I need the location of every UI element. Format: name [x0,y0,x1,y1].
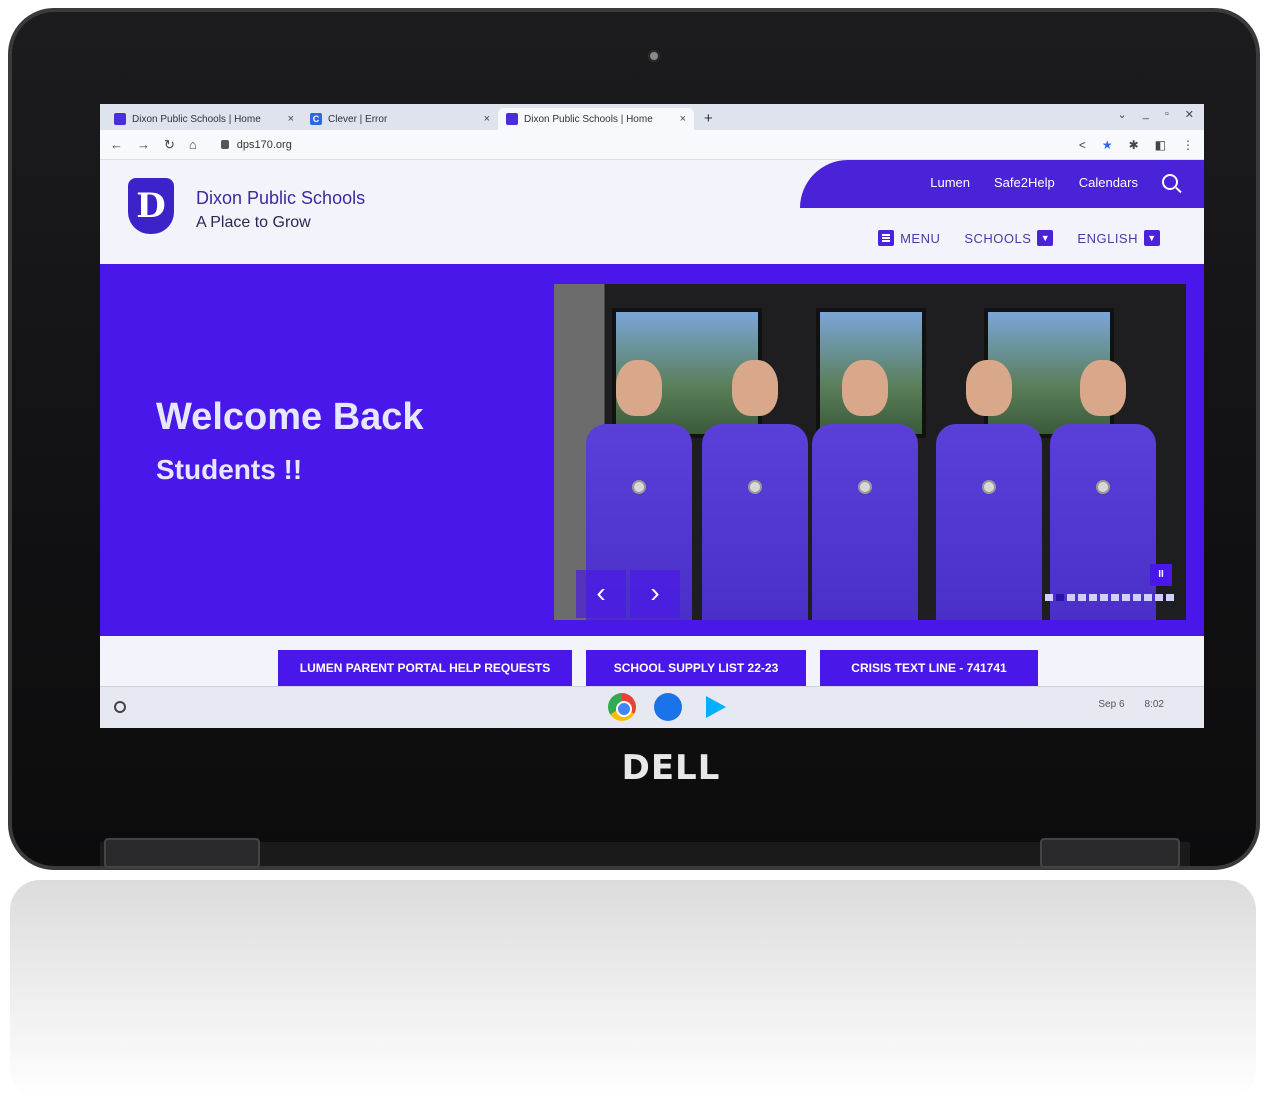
student-figure [806,360,924,620]
webcam [648,50,660,62]
chevron-down-icon: ▼ [1144,230,1160,246]
student-figure [696,360,814,620]
tab-title: Clever | Error [328,113,388,125]
share-icon[interactable]: < [1079,138,1086,152]
slide-indicators [1045,594,1174,601]
quick-links: Lumen Safe2Help Calendars [930,174,1178,190]
language-dropdown[interactable]: ENGLISH ▼ [1077,230,1160,246]
close-tab-icon[interactable]: × [484,113,490,125]
shelf-apps [608,693,728,721]
address-bar: ← → ↻ ⌂ dps170.org < ★ ✱ ◧ ⋮ [100,130,1204,160]
link-calendars[interactable]: Calendars [1079,175,1138,190]
hinge-left [104,838,260,868]
tab-title: Dixon Public Schools | Home [132,113,261,125]
close-tab-icon[interactable]: × [680,113,686,125]
slide-indicator-dot[interactable] [1133,594,1141,601]
hero-title: Welcome Back [156,396,424,438]
window-controls: ⌄ _ ▫ ✕ [1118,108,1194,121]
tab-title: Dixon Public Schools | Home [524,113,653,125]
site-tagline: A Place to Grow [196,214,311,231]
minimize-icon[interactable]: _ [1143,108,1149,121]
browser-tab[interactable]: C Clever | Error × [302,108,498,130]
hero-banner: Welcome Back Students !! ‹ › II [100,264,1204,636]
date-text: Sep 6 [1098,699,1125,710]
slide-indicator-dot[interactable] [1155,594,1163,601]
surface-reflection [10,880,1256,1100]
slide-indicator-dot[interactable] [1144,594,1152,601]
clever-logo-icon: C [310,113,322,125]
main-nav: MENU SCHOOLS ▼ ENGLISH ▼ [878,230,1160,246]
hinge-right [1040,838,1180,868]
browser-tab-active[interactable]: Dixon Public Schools | Home × [498,108,694,130]
student-figure [1044,360,1162,620]
lumen-help-button[interactable]: LUMEN PARENT PORTAL HELP REQUESTS [278,650,572,686]
lock-icon [220,140,229,149]
launcher-icon[interactable] [114,701,126,713]
status-tray[interactable]: Sep 6 8:02 [1098,699,1164,710]
new-tab-button[interactable]: + [694,108,723,130]
hero-slideshow: ‹ › II [554,284,1186,620]
slide-indicator-dot[interactable] [1056,594,1064,601]
schools-dropdown[interactable]: SCHOOLS ▼ [964,230,1054,246]
os-shelf: Sep 6 8:02 [100,686,1204,728]
chrome-icon[interactable] [608,693,636,721]
url-field[interactable]: dps170.org [220,138,292,151]
slide-indicator-dot[interactable] [1078,594,1086,601]
site-header: D Dixon Public Schools A Place to Grow L… [100,160,1204,264]
toolbar-actions: < ★ ✱ ◧ ⋮ [1079,138,1194,152]
slide-indicator-dot[interactable] [1067,594,1075,601]
slide-indicator-dot[interactable] [1111,594,1119,601]
reload-icon[interactable]: ↻ [164,137,175,153]
laptop-frame: Dixon Public Schools | Home × C Clever |… [8,8,1260,870]
files-icon[interactable] [654,693,682,721]
crisis-text-button[interactable]: CRISIS TEXT LINE - 741741 [820,650,1038,686]
slide-pause-button[interactable]: II [1150,564,1172,586]
restore-icon[interactable]: ▫ [1165,108,1169,121]
browser-tab-bar: Dixon Public Schools | Home × C Clever |… [100,104,1204,130]
supply-list-button[interactable]: SCHOOL SUPPLY LIST 22-23 [586,650,806,686]
slide-indicator-dot[interactable] [1100,594,1108,601]
menu-button[interactable]: MENU [878,230,940,246]
school-logo-icon [506,113,518,125]
language-label: ENGLISH [1077,230,1138,246]
screen: Dixon Public Schools | Home × C Clever |… [100,104,1204,728]
slide-indicator-dot[interactable] [1045,594,1053,601]
link-lumen[interactable]: Lumen [930,175,970,190]
forward-icon[interactable]: → [137,137,150,152]
back-icon[interactable]: ← [110,137,123,152]
slide-next-button[interactable]: › [630,570,680,618]
site-name[interactable]: Dixon Public Schools [196,188,365,209]
side-panel-icon[interactable]: ◧ [1155,138,1166,152]
quick-buttons: LUMEN PARENT PORTAL HELP REQUESTS SCHOOL… [100,636,1204,686]
browser-tab[interactable]: Dixon Public Schools | Home × [106,108,302,130]
chevron-down-icon: ▼ [1037,230,1054,246]
tab-search-icon[interactable]: ⌄ [1118,108,1127,121]
slide-prev-button[interactable]: ‹ [576,570,626,618]
play-store-icon[interactable] [700,693,728,721]
slide-indicator-dot[interactable] [1166,594,1174,601]
more-menu-icon[interactable]: ⋮ [1182,138,1194,152]
url-text: dps170.org [236,138,292,151]
school-logo[interactable]: D [128,178,174,234]
hamburger-icon [878,230,895,246]
close-tab-icon[interactable]: × [288,113,294,125]
bookmark-star-icon[interactable]: ★ [1102,138,1113,152]
search-icon[interactable] [1162,174,1178,190]
close-window-icon[interactable]: ✕ [1185,108,1194,121]
student-figure [930,360,1048,620]
device-brand-logo: DELL [621,748,721,788]
menu-label: MENU [900,230,941,246]
slide-indicator-dot[interactable] [1089,594,1097,601]
schools-label: SCHOOLS [964,230,1032,246]
extensions-icon[interactable]: ✱ [1129,138,1139,152]
slide-indicator-dot[interactable] [1122,594,1130,601]
laptop-base [100,842,1190,866]
hero-subtitle: Students !! [156,454,303,485]
link-safe2help[interactable]: Safe2Help [994,175,1055,190]
school-logo-icon [114,113,126,125]
time-text: 8:02 [1144,699,1164,710]
home-icon[interactable]: ⌂ [189,137,197,152]
